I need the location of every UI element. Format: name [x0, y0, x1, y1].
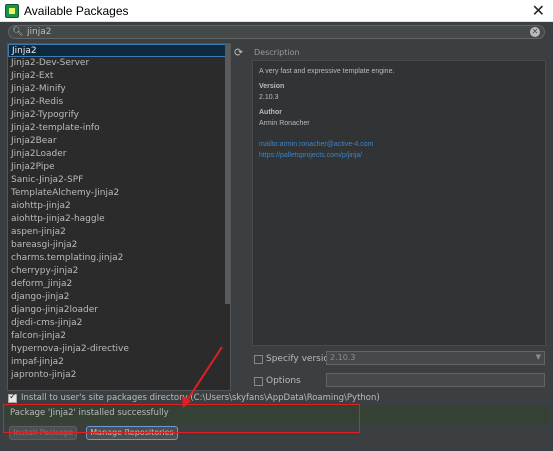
package-list-scrollbar[interactable]: [225, 44, 230, 390]
status-bar: Package 'Jinja2' installed successfully: [4, 405, 549, 423]
install-to-user-row[interactable]: Install to user's site packages director…: [8, 392, 548, 406]
specify-version-label: Specify version: [266, 354, 335, 364]
package-list[interactable]: Jinja2 Jinja2-Dev-Server Jinja2-Ext Jinja2-…: [7, 43, 231, 391]
homepage-link[interactable]: https://palletsprojects.com/p/jinja/: [259, 150, 539, 161]
package-list-item[interactable]: Jinja2Loader: [8, 148, 230, 161]
version-dropdown[interactable]: 2.10.3 ▼: [326, 351, 545, 365]
package-list-item[interactable]: aiohttp-jinja2-haggle: [8, 213, 230, 226]
install-status-message: Package 'Jinja2' installed successfully: [10, 408, 169, 418]
chevron-down-icon: ▼: [535, 353, 541, 361]
options-input[interactable]: [326, 373, 545, 387]
package-list-item[interactable]: django-jinja2: [8, 291, 230, 304]
specify-version-checkbox[interactable]: [254, 355, 263, 364]
package-list-item[interactable]: japronto-jinja2: [8, 369, 230, 382]
package-list-item[interactable]: django-jinja2loader: [8, 304, 230, 317]
package-list-item[interactable]: Jinja2-Ext: [8, 70, 230, 83]
package-summary: A very fast and expressive template engi…: [259, 68, 395, 75]
package-author: Armin Ronacher: [259, 120, 310, 127]
package-search-box[interactable]: 🔍︎ ✕: [8, 25, 545, 39]
pycharm-app-icon: [5, 4, 19, 18]
clear-icon[interactable]: ✕: [530, 27, 540, 37]
install-to-user-checkbox[interactable]: [8, 392, 17, 403]
package-list-item[interactable]: aiohttp-jinja2: [8, 200, 230, 213]
package-list-item[interactable]: aspen-jinja2: [8, 226, 230, 239]
package-list-item[interactable]: TemplateAlchemy-Jinja2: [8, 187, 230, 200]
package-version: 2.10.3: [259, 94, 279, 101]
package-list-item[interactable]: Jinja2Pipe: [8, 161, 230, 174]
package-list-item[interactable]: cherrypy-jinja2: [8, 265, 230, 278]
package-list-item[interactable]: falcon-jinja2: [8, 330, 230, 343]
package-list-item[interactable]: deform_jinja2: [8, 278, 230, 291]
package-list-item[interactable]: djedi-cms-jinja2: [8, 317, 230, 330]
search-icon: 🔍︎: [12, 27, 24, 37]
package-list-item[interactable]: Jinja2-Dev-Server: [8, 57, 230, 70]
package-list-item[interactable]: Jinja2: [8, 44, 230, 57]
package-list-item[interactable]: Jinja2-Typogrify: [8, 109, 230, 122]
version-dropdown-value: 2.10.3: [330, 353, 356, 362]
package-list-item[interactable]: Jinja2Bear: [8, 135, 230, 148]
window-titlebar: Available Packages ✕: [0, 0, 553, 22]
install-to-user-label: Install to user's site packages director…: [21, 393, 380, 403]
package-list-item[interactable]: Jinja2-template-info: [8, 122, 230, 135]
scrollbar-thumb[interactable]: [225, 44, 230, 304]
install-package-button[interactable]: Install Package: [9, 426, 77, 440]
author-heading: Author: [259, 109, 282, 116]
version-heading: Version: [259, 83, 285, 90]
package-list-item[interactable]: Jinja2-Redis: [8, 96, 230, 109]
manage-repositories-button[interactable]: Manage Repositories: [86, 426, 178, 440]
options-checkbox[interactable]: [254, 377, 263, 386]
package-list-item[interactable]: hypernova-jinja2-directive: [8, 343, 230, 356]
close-button[interactable]: ✕: [532, 1, 545, 20]
package-list-item[interactable]: impaf-jinja2: [8, 356, 230, 369]
package-list-item[interactable]: Sanic-Jinja2-SPF: [8, 174, 230, 187]
package-list-item[interactable]: bareasgi-jinja2: [8, 239, 230, 252]
description-label: Description: [254, 48, 300, 57]
options-label: Options: [266, 376, 301, 386]
package-list-item[interactable]: charms.templating.jinja2: [8, 252, 230, 265]
window-title: Available Packages: [24, 4, 129, 18]
package-list-item[interactable]: Jinja2-Minify: [8, 83, 230, 96]
author-email-link[interactable]: mailto:armin.ronacher@active-4.com: [259, 139, 539, 150]
refresh-icon[interactable]: ⟳: [234, 46, 243, 59]
description-panel: A very fast and expressive template engi…: [252, 60, 546, 346]
search-input[interactable]: [27, 26, 507, 38]
